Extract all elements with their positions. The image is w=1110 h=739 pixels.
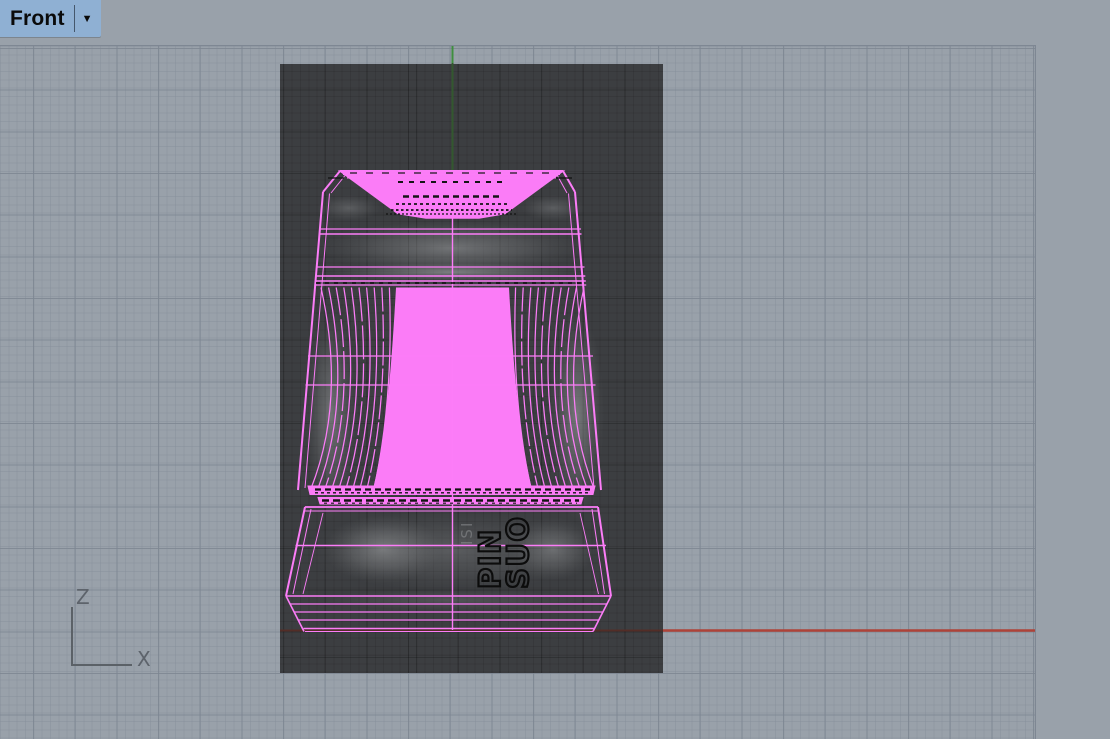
gnomon-x-axis-line [71, 664, 132, 666]
chevron-down-icon[interactable]: ▼ [82, 12, 93, 25]
viewport-tab[interactable]: Front ▼ [0, 0, 101, 37]
viewport-canvas[interactable] [0, 45, 1036, 739]
rhino-front-viewport: { "viewport": { "title": "Front", "dropd… [0, 0, 1110, 738]
gnomon-x-label: X [137, 647, 151, 671]
gnomon-z-axis-line [71, 607, 73, 666]
gnomon-z-label: Z [76, 585, 90, 609]
viewport-title: Front [10, 7, 65, 31]
viewport-tab-divider [74, 5, 75, 32]
logo-suo-text: SUO [501, 515, 535, 589]
